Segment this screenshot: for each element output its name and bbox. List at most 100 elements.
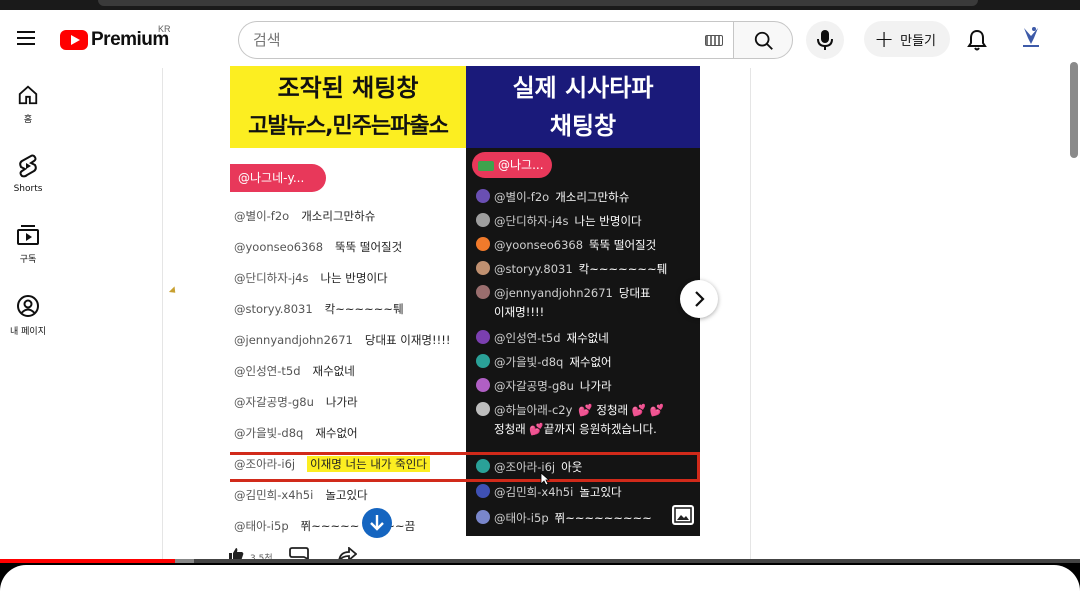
user-avatar-icon (476, 484, 490, 498)
chat-username: @단디하자-j4s (494, 214, 569, 228)
create-button[interactable]: + 만들기 (864, 21, 950, 57)
chat-pill: @나그... (472, 152, 552, 178)
chat-username: @yoonseo6368 (234, 240, 324, 254)
chat-text: 개소리그만하슈 (555, 190, 630, 204)
chat-text: 나가라 (579, 379, 612, 393)
user-avatar-icon (476, 237, 490, 251)
chat-username: @단디하자-j4s (234, 271, 309, 285)
mouse-cursor-icon (540, 472, 550, 486)
microphone-icon (817, 30, 833, 50)
chat-text: 놀고있다 (579, 485, 622, 499)
chat-text: 칵~~~~~~~퉤 (578, 262, 668, 276)
chat-username: @별이-f2o (234, 209, 290, 223)
chat-message: @단디하자-j4s 나는 반명이다 (476, 213, 642, 229)
chat-message: @김민희-x4h5i 놀고있다 (234, 487, 368, 503)
chat-text: 아웃 (561, 460, 583, 474)
arrow-down-icon (370, 515, 384, 531)
nav-label: 구독 (19, 255, 37, 265)
real-chat-header: 실제 시사타파 채팅창 (466, 66, 700, 148)
chat-text: 정청래 💕끝까지 응원하겠습니다. (494, 422, 657, 436)
chat-username: @jennyandjohn2671 (494, 286, 613, 300)
scroll-down-button[interactable] (362, 508, 392, 538)
nav-item-shorts[interactable]: Shorts (0, 154, 56, 194)
chat-text: 재수없어 (569, 355, 612, 369)
chat-pill: @나그네-y... (230, 164, 326, 192)
chat-message: @조아라-i6j 이재명 너는 내가 죽인다 (234, 456, 430, 472)
chat-message: @yoonseo6368 뚝뚝 떨어질것 (476, 237, 656, 253)
chat-message: @단디하자-j4s 나는 반명이다 (234, 270, 388, 286)
window-top-pill (98, 0, 978, 6)
chat-message: @자갈공명-g8u 나가라 (234, 394, 358, 410)
chat-username: @별이-f2o (494, 190, 550, 204)
chat-username: @인성연-t5d (494, 331, 561, 345)
account-icon (17, 295, 39, 317)
fake-chat-header: 조작된 채팅창 고발뉴스,민주는파출소 (230, 66, 466, 148)
chat-username: @김민희-x4h5i (234, 488, 314, 502)
user-avatar-icon (476, 261, 490, 275)
youtube-logo[interactable]: Premium (60, 28, 169, 52)
keyboard-icon[interactable] (705, 35, 723, 46)
search-button[interactable] (733, 21, 793, 59)
content-divider (750, 68, 751, 560)
chat-username: @가을빛-d8q (494, 355, 564, 369)
guide-menu-button[interactable] (15, 28, 39, 50)
subscriptions-icon (17, 225, 39, 245)
image-icon[interactable] (672, 505, 694, 525)
chevron-right-icon (695, 291, 705, 307)
chat-message: @조아라-i6j 아웃 (476, 459, 582, 475)
chat-message: @자갈공명-g8u 나가라 (476, 378, 612, 394)
masthead: Premium KR + 만들기 (0, 10, 1080, 68)
page-scrollbar[interactable] (1070, 62, 1078, 158)
chat-username: @storyy.8031 (234, 302, 313, 316)
post-image[interactable]: 조작된 채팅창 고발뉴스,민주는파출소 @나그네-y... @별이-f2o 개소리… (230, 66, 700, 536)
user-avatar-icon (476, 330, 490, 344)
chat-username: @자갈공명-g8u (494, 379, 574, 393)
chat-text: 이재명!!!! (494, 305, 545, 319)
chat-message: @인성연-t5d 재수없네 (476, 330, 609, 346)
real-chat-subtitle: 채팅창 (549, 112, 617, 140)
user-avatar-icon (476, 213, 490, 227)
chat-username: @storyy.8031 (494, 262, 573, 276)
youtube-play-icon (60, 30, 88, 50)
chat-text: 나가라 (325, 395, 358, 409)
fake-chat-panel: 조작된 채팅창 고발뉴스,민주는파출소 @나그네-y... @별이-f2o 개소리… (230, 66, 466, 536)
chat-text: 뚝뚝 떨어질것 (335, 240, 403, 254)
real-chat-title: 실제 시사타파 (512, 74, 654, 102)
chat-text: 칵~~~~~~퉤 (324, 302, 404, 316)
chat-message: @가을빛-d8q 재수없어 (476, 354, 612, 370)
chat-username: @하늘아래-c2y (494, 403, 573, 417)
chat-message: @가을빛-d8q 재수없어 (234, 425, 358, 441)
chat-message: @김민희-x4h5i 놀고있다 (476, 484, 622, 500)
chat-username: @태아-i5p (494, 511, 549, 525)
chat-text: 쮜~~~~~~~~~ (554, 511, 652, 525)
search-box[interactable] (238, 21, 734, 59)
next-image-button[interactable] (680, 280, 718, 318)
user-avatar-icon (476, 510, 490, 524)
menu-icon-line (17, 37, 35, 39)
chat-message: @storyy.8031 칵~~~~~~~퉤 (476, 261, 667, 277)
fake-chat-subtitle: 고발뉴스,민주는파출소 (248, 114, 449, 139)
notifications-button[interactable] (965, 28, 989, 52)
chat-text: 뚝뚝 떨어질것 (589, 238, 657, 252)
chat-text: 놀고있다 (325, 488, 368, 502)
user-avatar-icon (476, 285, 490, 299)
chat-username: @yoonseo6368 (494, 238, 584, 252)
search-icon (754, 31, 773, 50)
chat-message: @jennyandjohn2671 당대표 이재명!!!! (234, 332, 450, 348)
chat-text: 재수없어 (315, 426, 358, 440)
fake-chat-title: 조작된 채팅창 (277, 74, 419, 102)
nav-item-my-page[interactable]: 내 페이지 (0, 294, 56, 337)
search-input[interactable] (253, 30, 693, 50)
shorts-icon (19, 154, 37, 178)
chat-username: @조아라-i6j (234, 457, 296, 471)
avatar[interactable] (1018, 24, 1044, 52)
nav-item-home[interactable]: 홈 (0, 84, 56, 125)
chat-text: 쮜~~~~~ (300, 519, 360, 533)
chat-text: 나는 반명이다 (320, 271, 388, 285)
chat-username: @김민희-x4h5i (494, 485, 574, 499)
chat-text: 당대표 이재명!!!! (364, 333, 451, 347)
badge-icon (478, 160, 494, 171)
voice-search-button[interactable] (806, 21, 844, 59)
nav-item-subscriptions[interactable]: 구독 (0, 224, 56, 265)
chat-message: @별이-f2o 개소리그만하슈 (234, 208, 375, 224)
